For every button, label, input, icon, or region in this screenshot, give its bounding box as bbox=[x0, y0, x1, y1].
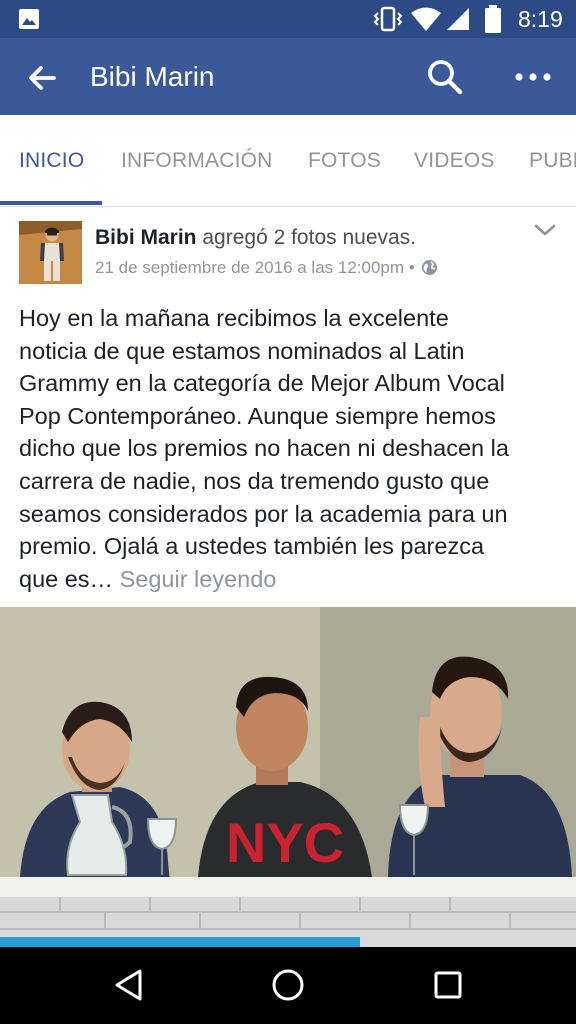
post-body-text: Hoy en la mañana recibimos la excelente … bbox=[19, 302, 567, 595]
post-text-line: premio. Ojalá a ustedes también les pare… bbox=[19, 533, 485, 560]
status-time: 8:19 bbox=[518, 6, 563, 32]
back-arrow-icon[interactable] bbox=[22, 58, 62, 98]
more-icon[interactable] bbox=[512, 58, 554, 96]
signal-icon bbox=[447, 8, 469, 30]
page-title: Bibi Marin bbox=[90, 61, 215, 92]
post-text-line-last: que es… Seguir leyendo bbox=[19, 563, 567, 596]
search-icon[interactable] bbox=[424, 56, 466, 98]
post-text-line: Pop Contemporáneo. Aunque siempre hemos bbox=[19, 402, 496, 429]
post-text-line: carrera de nadie, nos da tremendo gusto … bbox=[19, 467, 490, 494]
post-text-line: dicho que los premios no hacen ni deshac… bbox=[19, 435, 509, 462]
page-tabs: INICIO INFORMACIÓN FOTOS VIDEOS PUBL bbox=[0, 115, 576, 207]
post-action: agregó 2 fotos nuevas. bbox=[202, 226, 417, 249]
post-author-name[interactable]: Bibi Marin bbox=[95, 226, 197, 249]
status-bar: 8:19 bbox=[0, 0, 576, 38]
post-header: Bibi Marin agregó 2 fotos nuevas. 21 de … bbox=[0, 207, 576, 297]
nav-back-icon[interactable] bbox=[110, 965, 150, 1005]
post-text-line: seamos considerados por la academia para… bbox=[19, 500, 508, 527]
android-nav-bar bbox=[0, 947, 576, 1024]
tab-inicio[interactable]: INICIO bbox=[19, 149, 84, 173]
post-photo[interactable]: NYC bbox=[0, 607, 576, 947]
battery-icon bbox=[485, 5, 501, 33]
tab-publicaciones[interactable]: PUBL bbox=[529, 149, 576, 173]
tab-informacion[interactable]: INFORMACIÓN bbox=[121, 149, 273, 173]
active-tab-indicator bbox=[0, 201, 102, 205]
globe-icon bbox=[422, 260, 438, 275]
nav-home-icon[interactable] bbox=[268, 965, 308, 1005]
post-text-line: noticia de que estamos nominados al Lati… bbox=[19, 337, 465, 364]
post-author-line: Bibi Marin agregó 2 fotos nuevas. bbox=[95, 225, 416, 251]
post-text-line: Hoy en la mañana recibimos la excelente bbox=[19, 305, 449, 331]
nav-recents-icon[interactable] bbox=[428, 965, 468, 1005]
avatar[interactable] bbox=[19, 221, 82, 284]
tab-videos[interactable]: VIDEOS bbox=[414, 149, 495, 173]
post-meta: 21 de septiembre de 2016 a las 12:00pm • bbox=[95, 257, 438, 279]
post-timestamp[interactable]: 21 de septiembre de 2016 a las 12:00pm bbox=[95, 258, 404, 277]
shirt-text: NYC bbox=[226, 811, 344, 874]
chevron-down-icon[interactable] bbox=[532, 219, 558, 241]
gallery-icon bbox=[19, 9, 39, 29]
vibrate-icon bbox=[373, 6, 403, 32]
app-bar: Bibi Marin bbox=[0, 38, 576, 115]
post-text-ending: que es… bbox=[19, 565, 114, 592]
tab-fotos[interactable]: FOTOS bbox=[308, 149, 381, 173]
post-text-line: Grammy en la categoría de Mejor Album Vo… bbox=[19, 370, 505, 397]
meta-separator: • bbox=[408, 258, 415, 277]
wifi-icon bbox=[411, 7, 441, 31]
see-more-link[interactable]: Seguir leyendo bbox=[120, 566, 277, 592]
